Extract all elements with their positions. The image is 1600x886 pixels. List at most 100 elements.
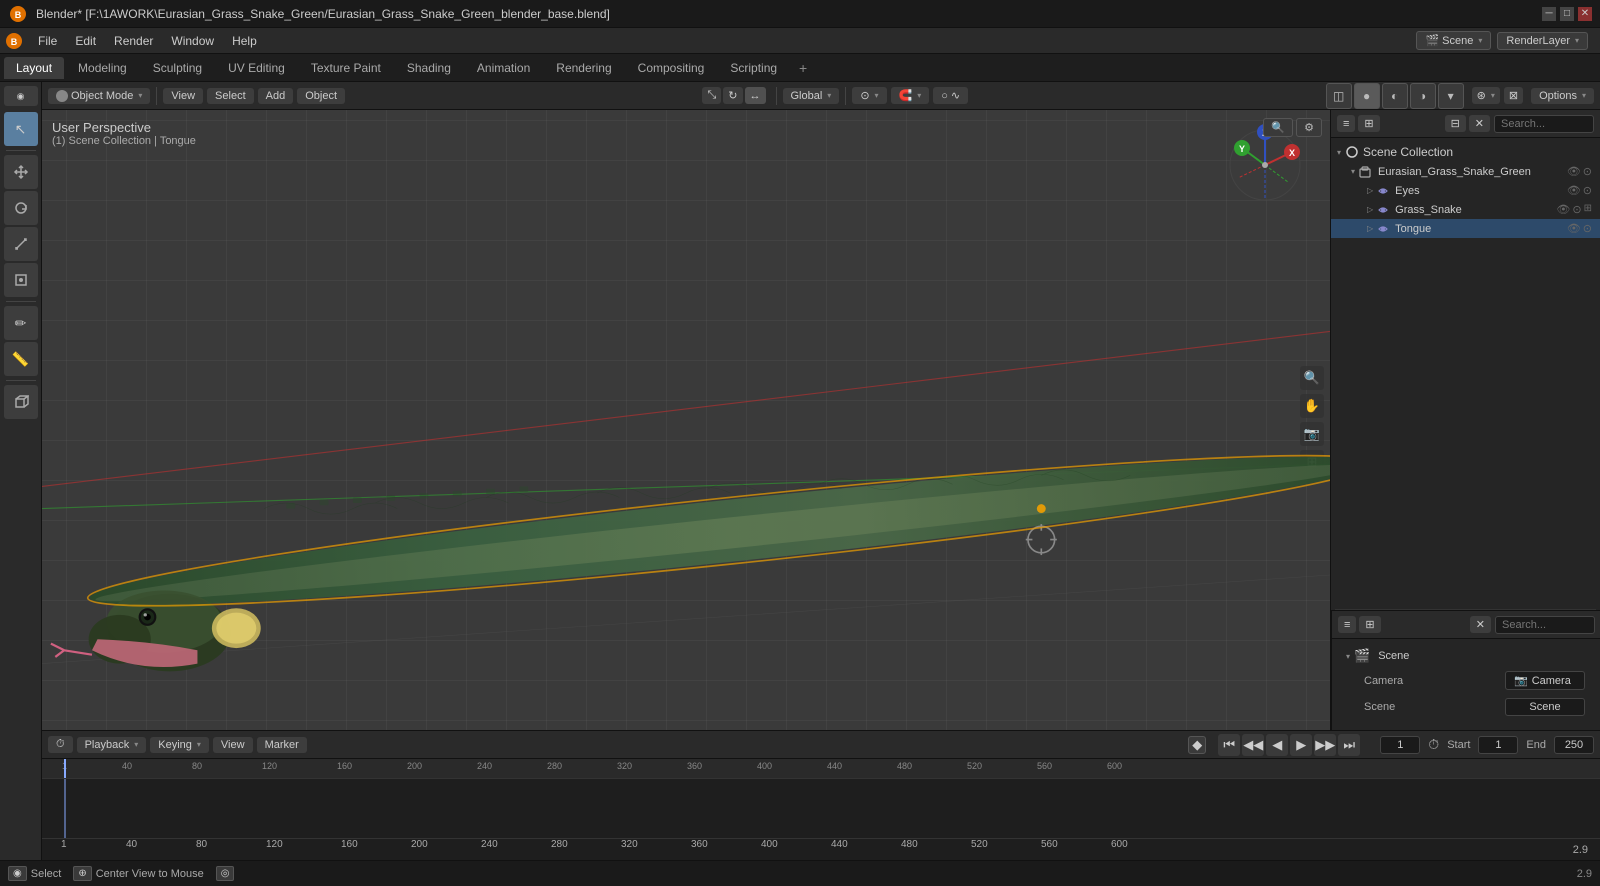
scene-selector[interactable]: 🎬 Scene ▾ xyxy=(1416,31,1491,50)
cursor-tool[interactable]: ↖ xyxy=(4,112,38,146)
camera-align-icon[interactable]: 📷 xyxy=(1300,422,1324,446)
outliner-filter-icon[interactable]: ⊟ xyxy=(1445,115,1466,132)
vis-cursor-icon[interactable]: ⊙ xyxy=(1583,165,1592,178)
props-close-button[interactable]: ✕ xyxy=(1470,616,1491,633)
viewport-3d[interactable]: User Perspective (1) Scene Collection | … xyxy=(42,110,1330,730)
keyframe-dot-button[interactable]: ◆ xyxy=(1188,736,1206,754)
tab-shading[interactable]: Shading xyxy=(395,57,463,79)
vis-eye-icon[interactable]: 👁 xyxy=(1567,165,1581,178)
move-tool[interactable] xyxy=(4,155,38,189)
gizmo-scale-toggle[interactable]: ↔ xyxy=(745,87,766,104)
tab-uv-editing[interactable]: UV Editing xyxy=(216,57,297,79)
jump-end-button[interactable]: ⏭ xyxy=(1338,734,1360,756)
shading-wireframe-btn[interactable]: ◫ xyxy=(1326,83,1352,109)
options-button[interactable]: Options ▾ xyxy=(1531,88,1594,104)
shading-material-btn[interactable]: ◐ xyxy=(1382,83,1408,109)
grass-snake-extra-icon[interactable]: ⊞ xyxy=(1584,203,1592,216)
timeline-playhead[interactable] xyxy=(64,759,66,778)
overlay-toggle[interactable]: ⊛ ▾ xyxy=(1472,87,1500,104)
annotate-tool[interactable]: ✏ xyxy=(4,306,38,340)
transform-orientation-button[interactable]: Global ▾ xyxy=(783,88,840,104)
view-menu-button[interactable]: View xyxy=(163,88,203,104)
object-menu-button[interactable]: Object xyxy=(297,88,345,104)
timeline-view-button[interactable]: View xyxy=(213,737,253,753)
props-scene-item[interactable]: ▾ 🎬 Scene xyxy=(1340,645,1593,667)
tab-modeling[interactable]: Modeling xyxy=(66,57,139,79)
menu-edit[interactable]: Edit xyxy=(67,32,104,50)
keying-menu-button[interactable]: Keying ▾ xyxy=(150,737,209,753)
menu-window[interactable]: Window xyxy=(163,32,222,50)
tab-layout[interactable]: Layout xyxy=(4,57,64,79)
outliner-highlight-icon[interactable]: ✕ xyxy=(1469,115,1490,132)
camera-value-field[interactable]: 📷 Camera xyxy=(1505,671,1585,690)
props-list-view[interactable]: ≡ xyxy=(1338,616,1356,633)
view-properties-icon[interactable]: 🔍 xyxy=(1300,366,1324,390)
renderlayer-selector[interactable]: RenderLayer ▾ xyxy=(1497,32,1588,50)
marker-menu-button[interactable]: Marker xyxy=(257,737,307,753)
timeline-track[interactable] xyxy=(42,779,1600,838)
outliner-item-tongue[interactable]: ▷ Tongue 👁 ⊙ xyxy=(1331,219,1600,238)
outliner-list-view[interactable]: ≡ xyxy=(1337,115,1355,132)
frame-all-icon[interactable]: ⊞ xyxy=(1300,450,1324,474)
outliner-icon-view[interactable]: ⊞ xyxy=(1358,115,1379,132)
timeline-editor-icon[interactable]: ⏱ xyxy=(48,736,73,753)
tongue-vis-icon[interactable]: 👁 xyxy=(1567,222,1581,235)
proportional-edit-button[interactable]: ○ ∿ xyxy=(933,87,968,104)
mode-selector[interactable]: ◉ xyxy=(4,86,38,106)
props-icon-view[interactable]: ⊞ xyxy=(1359,616,1380,633)
grass-snake-sel-icon[interactable]: ⊙ xyxy=(1572,203,1581,216)
transform-tool[interactable] xyxy=(4,263,38,297)
next-frame-button[interactable]: ▶▶ xyxy=(1314,734,1336,756)
tab-compositing[interactable]: Compositing xyxy=(626,57,717,79)
outliner-item-main-collection[interactable]: ▾ Eurasian_Grass_Snake_Green 👁 ⊙ xyxy=(1331,162,1600,181)
tab-animation[interactable]: Animation xyxy=(465,57,542,79)
menu-help[interactable]: Help xyxy=(224,32,265,50)
prev-keyframe-button[interactable]: ◀◀ xyxy=(1242,734,1264,756)
outliner-item-grass-snake[interactable]: ▷ Grass_Snake 👁 ⊙ ⊞ xyxy=(1331,200,1600,219)
shading-render-btn[interactable]: ◑ xyxy=(1410,83,1436,109)
pivot-point-button[interactable]: ⊙ ▾ xyxy=(852,87,886,104)
prev-frame-button[interactable]: ◀ xyxy=(1266,734,1288,756)
shading-options-btn[interactable]: ▾ xyxy=(1438,83,1464,109)
tab-sculpting[interactable]: Sculpting xyxy=(141,57,214,79)
jump-start-button[interactable]: ⏮ xyxy=(1218,734,1240,756)
tab-texture-paint[interactable]: Texture Paint xyxy=(299,57,393,79)
scale-tool[interactable] xyxy=(4,227,38,261)
props-search-input[interactable] xyxy=(1495,616,1595,634)
select-menu-button[interactable]: Select xyxy=(207,88,254,104)
tab-rendering[interactable]: Rendering xyxy=(544,57,623,79)
eyes-sel-icon[interactable]: ⊙ xyxy=(1583,184,1592,197)
object-mode-button[interactable]: Object Mode ▾ xyxy=(48,88,150,104)
add-workspace-button[interactable]: + xyxy=(791,58,815,78)
minimize-button[interactable]: ─ xyxy=(1542,7,1556,21)
playback-menu-button[interactable]: Playback ▾ xyxy=(77,737,147,753)
close-button[interactable]: ✕ xyxy=(1578,7,1592,21)
add-menu-button[interactable]: Add xyxy=(258,88,294,104)
gizmo-rotate-toggle[interactable]: ↻ xyxy=(723,87,742,104)
viewport-search-button[interactable]: 🔍 xyxy=(1263,118,1293,137)
current-frame-input[interactable] xyxy=(1380,736,1420,754)
shading-solid-btn[interactable]: ● xyxy=(1354,83,1380,109)
menu-file[interactable]: File xyxy=(30,32,65,50)
start-frame-input[interactable] xyxy=(1478,736,1518,754)
eyes-vis-icon[interactable]: 👁 xyxy=(1567,184,1581,197)
outliner-item-scene-collection[interactable]: ▾ Scene Collection xyxy=(1331,142,1600,162)
xray-toggle[interactable]: ⊠ xyxy=(1504,87,1523,104)
end-frame-input[interactable] xyxy=(1554,736,1594,754)
outliner-search-input[interactable] xyxy=(1494,115,1594,133)
gizmo-move-toggle[interactable]: ⤡ xyxy=(702,87,721,104)
add-object-tool[interactable] xyxy=(4,385,38,419)
scene-prop-value-field[interactable]: Scene xyxy=(1505,698,1585,716)
tongue-sel-icon[interactable]: ⊙ xyxy=(1583,222,1592,235)
play-button[interactable]: ▶ xyxy=(1290,734,1312,756)
snap-toggle[interactable]: 🧲 ▾ xyxy=(891,87,930,104)
maximize-button[interactable]: □ xyxy=(1560,7,1574,21)
grass-snake-vis-icon[interactable]: 👁 xyxy=(1556,203,1570,216)
measure-tool[interactable]: 📏 xyxy=(4,342,38,376)
viewport-options-button[interactable]: ⚙ xyxy=(1296,118,1322,137)
outliner-item-eyes[interactable]: ▷ Eyes 👁 ⊙ xyxy=(1331,181,1600,200)
menu-render[interactable]: Render xyxy=(106,32,161,50)
rotate-tool[interactable] xyxy=(4,191,38,225)
tab-scripting[interactable]: Scripting xyxy=(718,57,789,79)
hand-tool-icon[interactable]: ✋ xyxy=(1300,394,1324,418)
